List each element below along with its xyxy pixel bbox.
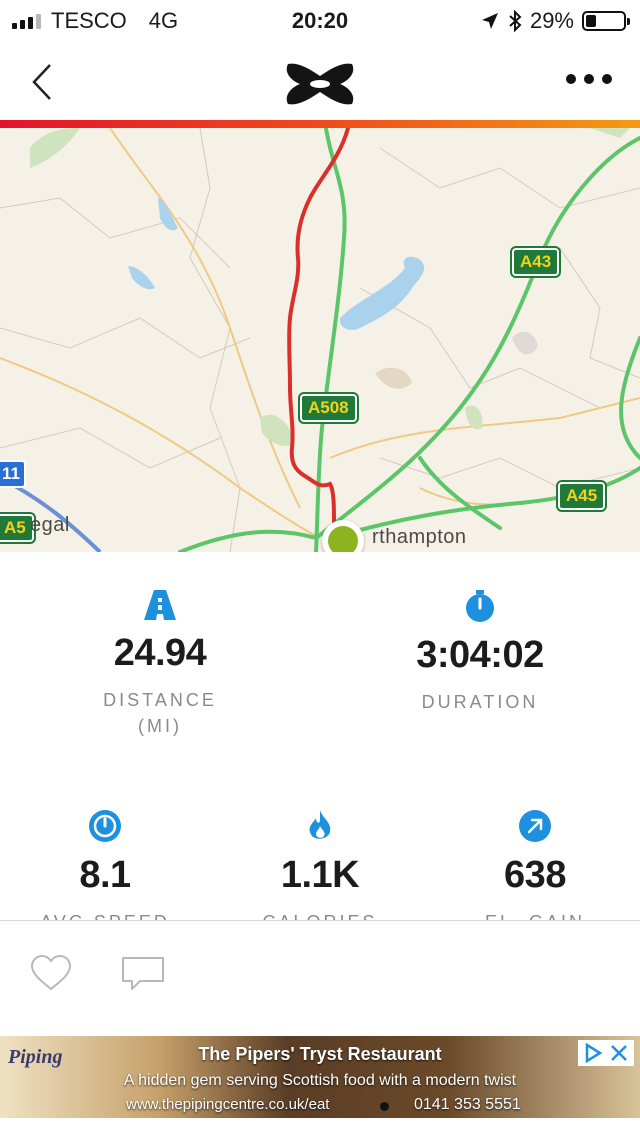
route-map[interactable]: A43 A508 A45 A5 11 egal rthampton [0,128,640,552]
chevron-left-icon [32,64,51,100]
stat-calories: 1.1K CALORIES [235,810,405,920]
battery-icon [582,11,630,31]
distance-value: 24.94 [113,632,207,674]
location-arrow-icon [481,13,498,29]
close-icon[interactable] [608,1042,630,1064]
ad-choices-icon[interactable] [582,1042,604,1064]
ad-url[interactable]: www.thepipingcentre.co.uk/eat [126,1096,329,1113]
elevation-arrow-icon [519,810,551,842]
avg-speed-value: 8.1 [79,854,131,896]
road-badge-a43: A43 [509,246,562,278]
road-icon [144,590,176,620]
distance-label: DISTANCE [103,690,217,710]
ad-title: The Pipers' Tryst Restaurant [198,1044,442,1064]
stat-avg-speed: 8.1 AVG SPEED [20,810,190,920]
motorway-badge-m1: 11 [0,460,26,488]
distance-unit: (MI) [138,716,182,736]
accent-bar [0,120,640,128]
place-label-left: egal [30,514,70,536]
stat-elevation-gain: 638 EL. GAIN [450,810,620,920]
stat-duration: 3:04:02 DURATION [380,590,580,715]
ad-subtitle: A hidden gem serving Scottish food with … [123,1072,517,1089]
ad-phone[interactable]: 0141 353 5551 [414,1096,521,1114]
more-options-button[interactable] [566,74,612,84]
calories-value: 1.1K [280,854,360,896]
under-armour-logo [286,63,354,105]
heart-icon [30,954,72,991]
comment-icon [122,957,164,990]
more-dots-icon [566,74,576,84]
speedometer-icon [89,810,121,842]
like-button[interactable] [30,954,72,996]
status-bar: TESCO 4G 20:20 29% [0,0,640,40]
road-badge-a5: A5 [0,512,36,544]
social-actions [0,921,640,1035]
battery-fill [586,15,597,27]
calories-label: CALORIES [235,909,405,920]
duration-value: 3:04:02 [416,634,544,676]
nav-bar [0,40,640,120]
battery-percent: 29% [529,8,574,33]
flame-icon [309,810,331,839]
elevation-gain-value: 638 [504,854,566,896]
back-button[interactable] [28,62,58,102]
ad-controls [578,1040,634,1066]
stat-distance: 24.94 DISTANCE (MI) [60,590,260,739]
map-canvas [0,128,640,552]
elevation-gain-label: EL. GAIN [450,909,620,920]
road-badge-a45: A45 [555,480,608,512]
bottom-strip [0,1118,640,1136]
stopwatch-icon [466,590,494,622]
place-label-northampton: rthampton [372,526,467,548]
road-badge-a508: A508 [298,392,359,424]
workout-stats: 24.94 DISTANCE (MI) 3:04:02 DURATION 8.1… [0,552,640,920]
avg-speed-label: AVG SPEED [20,909,190,920]
ad-bullet [380,1102,389,1111]
duration-label: DURATION [421,692,539,712]
bluetooth-icon [509,10,522,32]
comment-button[interactable] [120,955,166,998]
ad-banner[interactable]: Piping The Pipers' Tryst Restaurant A hi… [0,1036,640,1118]
status-bar-right: 29% [480,8,630,34]
